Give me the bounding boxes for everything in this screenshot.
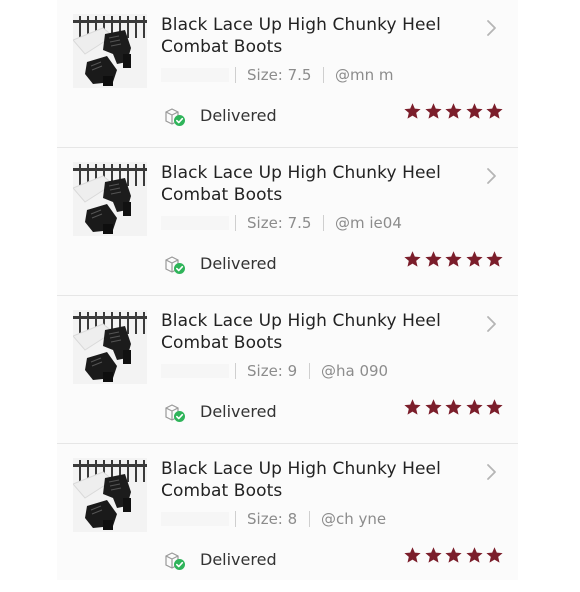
- buyer-username[interactable]: @ch yne: [321, 508, 386, 530]
- chevron-right-icon[interactable]: [485, 462, 499, 482]
- star-icon: [445, 547, 462, 563]
- meta-divider: [235, 215, 236, 231]
- status-label: Delivered: [200, 550, 277, 569]
- star-icon: [424, 547, 442, 563]
- star-icon: [404, 103, 421, 119]
- star-icon: [465, 399, 483, 415]
- rating-stars: [403, 250, 503, 270]
- star-icon: [465, 103, 483, 119]
- meta-divider: [309, 363, 310, 379]
- size-label: Size: 8: [247, 510, 298, 528]
- star-icon: [404, 547, 421, 563]
- star-icon: [424, 103, 442, 119]
- product-thumbnail[interactable]: [73, 162, 147, 236]
- product-title[interactable]: Black Lace Up High Chunky Heel Combat Bo…: [161, 14, 461, 58]
- order-meta: Size: 7.5 @mn m: [161, 64, 501, 86]
- product-title[interactable]: Black Lace Up High Chunky Heel Combat Bo…: [161, 458, 461, 502]
- meta-divider: [235, 511, 236, 527]
- buyer-username[interactable]: @mn m: [335, 64, 394, 86]
- order-meta: Size: 9 @ha 090: [161, 360, 501, 382]
- order-meta: Size: 8 @ch yne: [161, 508, 501, 530]
- delivery-status: Delivered: [164, 548, 344, 572]
- order-meta: Size: 7.5 @m ie04: [161, 212, 501, 234]
- star-icon: [486, 103, 503, 119]
- meta-divider: [309, 511, 310, 527]
- rating-stars: [403, 102, 503, 122]
- rating-stars: [403, 398, 503, 418]
- chevron-right-icon[interactable]: [485, 18, 499, 38]
- size-label: Size: 7.5: [247, 66, 312, 84]
- order-row[interactable]: Black Lace Up High Chunky Heel Combat Bo…: [57, 0, 518, 148]
- chevron-right-icon[interactable]: [485, 314, 499, 334]
- chevron-right-icon[interactable]: [485, 166, 499, 186]
- delivery-status: Delivered: [164, 104, 344, 128]
- star-icon: [486, 399, 503, 415]
- star-icon: [404, 399, 421, 415]
- redacted-price: [161, 512, 229, 526]
- star-icon: [486, 547, 503, 563]
- meta-divider: [323, 67, 324, 83]
- star-icon: [486, 251, 503, 267]
- star-icon: [465, 251, 483, 267]
- star-icon: [445, 103, 462, 119]
- product-title[interactable]: Black Lace Up High Chunky Heel Combat Bo…: [161, 162, 461, 206]
- order-row[interactable]: Black Lace Up High Chunky Heel Combat Bo…: [57, 296, 518, 444]
- delivery-status: Delivered: [164, 252, 344, 276]
- package-delivered-icon: [164, 551, 186, 571]
- order-row[interactable]: Black Lace Up High Chunky Heel Combat Bo…: [57, 148, 518, 296]
- product-thumbnail[interactable]: [73, 310, 147, 384]
- meta-divider: [235, 363, 236, 379]
- size-label: Size: 9: [247, 362, 298, 380]
- meta-divider: [235, 67, 236, 83]
- buyer-username[interactable]: @m ie04: [335, 212, 402, 234]
- star-icon: [445, 399, 462, 415]
- product-title[interactable]: Black Lace Up High Chunky Heel Combat Bo…: [161, 310, 461, 354]
- product-thumbnail[interactable]: [73, 458, 147, 532]
- redacted-price: [161, 68, 229, 82]
- redacted-price: [161, 216, 229, 230]
- rating-stars: [403, 546, 503, 566]
- status-label: Delivered: [200, 106, 277, 125]
- status-label: Delivered: [200, 254, 277, 273]
- star-icon: [424, 399, 442, 415]
- delivery-status: Delivered: [164, 400, 344, 424]
- order-row[interactable]: Black Lace Up High Chunky Heel Combat Bo…: [57, 444, 518, 592]
- package-delivered-icon: [164, 107, 186, 127]
- star-icon: [424, 251, 442, 267]
- status-label: Delivered: [200, 402, 277, 421]
- redacted-price: [161, 364, 229, 378]
- star-icon: [445, 251, 462, 267]
- package-delivered-icon: [164, 403, 186, 423]
- star-icon: [465, 547, 483, 563]
- size-label: Size: 7.5: [247, 214, 312, 232]
- product-thumbnail[interactable]: [73, 14, 147, 88]
- package-delivered-icon: [164, 255, 186, 275]
- star-icon: [404, 251, 421, 267]
- buyer-username[interactable]: @ha 090: [321, 360, 388, 382]
- meta-divider: [323, 215, 324, 231]
